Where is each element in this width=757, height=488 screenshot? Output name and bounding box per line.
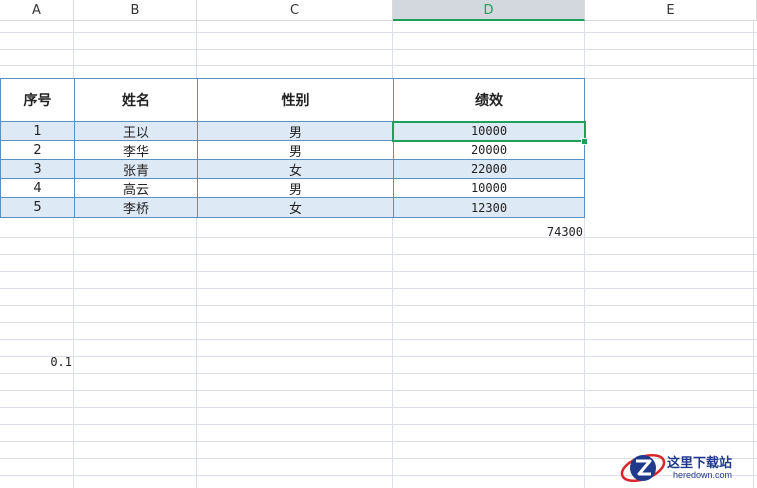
table-cell[interactable]: 10000 (393, 121, 585, 141)
table-cell[interactable]: 女 (197, 197, 394, 218)
column-header-d[interactable]: D (393, 0, 585, 21)
table-cell[interactable]: 王以 (74, 121, 198, 141)
fill-handle[interactable] (581, 138, 588, 145)
table-cell[interactable]: 3 (0, 159, 75, 179)
table-cell[interactable]: 男 (197, 140, 394, 160)
watermark-z-icon (620, 453, 666, 483)
watermark-url: heredown.com (673, 470, 733, 480)
table-cell[interactable]: 李桥 (74, 197, 198, 218)
table-cell[interactable]: 4 (0, 178, 75, 198)
column-header-b[interactable]: B (74, 0, 197, 21)
column-header-c[interactable]: C (197, 0, 393, 21)
table-cell[interactable]: 12300 (393, 197, 585, 218)
table-cell[interactable]: 5 (0, 197, 75, 218)
table-cell[interactable]: 20000 (393, 140, 585, 160)
table-cell[interactable]: 女 (197, 159, 394, 179)
table-cell[interactable]: 男 (197, 121, 394, 141)
table-cell[interactable]: 张青 (74, 159, 198, 179)
table-cell[interactable]: 22000 (393, 159, 585, 179)
watermark-logo: 这里下载站 heredown.com (617, 448, 757, 488)
table-cell[interactable]: 男 (197, 178, 394, 198)
watermark-name: 这里下载站 (667, 456, 733, 471)
value-cell[interactable]: 0.1 (0, 353, 72, 371)
table-cell[interactable]: 1 (0, 121, 75, 141)
table-cell[interactable]: 高云 (74, 178, 198, 198)
table-cell[interactable]: 10000 (393, 178, 585, 198)
sum-cell[interactable]: 74300 (393, 222, 583, 242)
table-header-seq[interactable]: 序号 (0, 78, 75, 122)
table-header-name[interactable]: 姓名 (74, 78, 198, 122)
spreadsheet: A B C D E 序号 姓名 性别 绩效 1 王以 男 10000 2 李华 … (0, 0, 757, 488)
column-header-e[interactable]: E (585, 0, 757, 21)
column-header-a[interactable]: A (0, 0, 74, 21)
table-cell[interactable]: 2 (0, 140, 75, 160)
table-header-gender[interactable]: 性别 (197, 78, 394, 122)
table-header-performance[interactable]: 绩效 (393, 78, 585, 122)
table-cell[interactable]: 李华 (74, 140, 198, 160)
